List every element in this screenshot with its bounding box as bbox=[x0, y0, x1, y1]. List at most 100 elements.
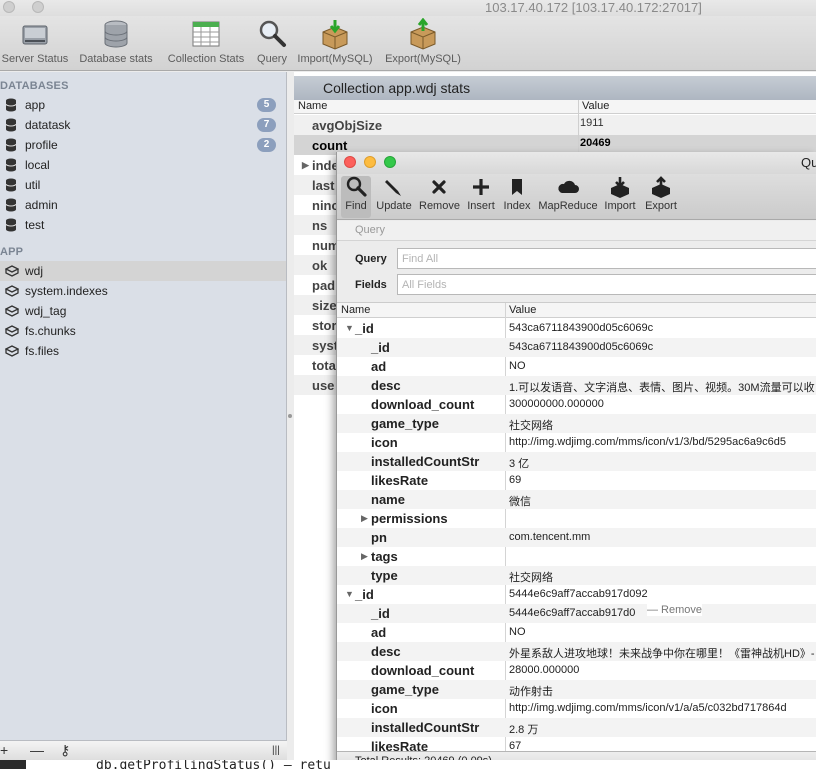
remove-tooltip[interactable]: — Remove bbox=[647, 604, 703, 616]
result-key: pn bbox=[371, 530, 387, 545]
box-import-icon bbox=[322, 20, 348, 50]
sidebar-db-profile[interactable]: profile 2 bbox=[0, 135, 286, 155]
result-row[interactable]: game_type 动作射击 bbox=[337, 680, 816, 699]
disclosure-triangle-icon[interactable]: ▶ bbox=[361, 551, 368, 562]
result-value: 微信 bbox=[509, 496, 531, 508]
result-row[interactable]: installedCountStr 3 亿 bbox=[337, 452, 816, 471]
mapreduce-label: MapReduce bbox=[538, 200, 598, 212]
result-key: installedCountStr bbox=[371, 454, 480, 469]
sidebar-collection-fs-chunks[interactable]: fs.chunks bbox=[0, 321, 286, 341]
sidebar-db-label: app bbox=[25, 98, 46, 112]
query-input[interactable] bbox=[397, 248, 816, 269]
database-stats-button[interactable]: Database stats bbox=[76, 18, 156, 68]
update-button[interactable]: Update bbox=[375, 176, 413, 218]
value-column-header[interactable]: Value bbox=[509, 304, 536, 316]
result-value: NO bbox=[509, 626, 526, 638]
remove-button[interactable]: Remove bbox=[419, 176, 460, 218]
console-gutter bbox=[0, 760, 26, 769]
query-button[interactable]: Query bbox=[254, 18, 290, 68]
result-row[interactable]: ad NO bbox=[337, 623, 816, 642]
title-bar: 103.17.40.172 [103.17.40.172:27017] bbox=[0, 0, 816, 16]
name-column-header[interactable]: Name bbox=[341, 304, 370, 316]
result-value: 社交网络 bbox=[509, 572, 553, 584]
query-minimize-button[interactable] bbox=[364, 156, 376, 168]
find-button[interactable]: Find bbox=[341, 176, 371, 218]
result-row[interactable]: icon http://img.wdjimg.com/mms/icon/v1/3/… bbox=[337, 433, 816, 452]
insert-button[interactable]: Insert bbox=[465, 176, 497, 218]
stats-key: ninc bbox=[312, 198, 339, 213]
result-row[interactable]: game_type 社交网络 bbox=[337, 414, 816, 433]
sidebar-db-test[interactable]: test bbox=[0, 215, 286, 235]
result-value: 28000.000000 bbox=[509, 664, 580, 676]
result-value: 社交网络 bbox=[509, 420, 553, 432]
sidebar-db-app[interactable]: app 5 bbox=[0, 95, 286, 115]
remove-button[interactable]: — bbox=[30, 742, 44, 758]
result-row[interactable]: type 社交网络 bbox=[337, 566, 816, 585]
stats-key: use bbox=[312, 378, 335, 393]
result-row[interactable]: ad NO bbox=[337, 357, 816, 376]
result-row[interactable]: icon http://img.wdjimg.com/mms/icon/v1/a/… bbox=[337, 699, 816, 718]
stats-row[interactable]: avgObjSize 1911 bbox=[294, 115, 816, 135]
mapreduce-button[interactable]: MapReduce bbox=[537, 176, 599, 218]
index-button[interactable]: Index bbox=[503, 176, 531, 218]
fields-input[interactable] bbox=[397, 274, 816, 295]
result-key: likesRate bbox=[371, 739, 429, 751]
result-row[interactable]: ▼ _id 5444e6c9aff7accab917d092 bbox=[337, 585, 816, 604]
close-button[interactable] bbox=[3, 1, 15, 13]
result-row[interactable]: installedCountStr 2.8 万 bbox=[337, 718, 816, 737]
stats-title: Collection app.wdj stats bbox=[294, 76, 816, 100]
server-status-button[interactable]: Server Status bbox=[0, 18, 70, 68]
name-column-header[interactable]: Name bbox=[298, 100, 327, 112]
result-value: 2.8 万 bbox=[509, 724, 539, 736]
result-row[interactable]: desc 外星系敌人进攻地球！未来战争中你在哪里！《雷神战机HD》- bbox=[337, 642, 816, 661]
minimize-button[interactable] bbox=[32, 1, 44, 13]
export-mysql-button[interactable]: Export(MySQL) bbox=[382, 18, 464, 68]
count-badge: 7 bbox=[257, 118, 276, 132]
sidebar-bottom-bar: + — ⚷ ||| bbox=[0, 740, 287, 760]
sidebar-db-datatask[interactable]: datatask 7 bbox=[0, 115, 286, 135]
result-row[interactable]: _id 5444e6c9aff7accab917d0 bbox=[337, 604, 816, 623]
database-stats-label: Database stats bbox=[79, 53, 153, 65]
sidebar-collection-wdj-tag[interactable]: wdj_tag bbox=[0, 301, 286, 321]
sidebar-collection-wdj[interactable]: wdj bbox=[0, 261, 286, 281]
sidebar-db-local[interactable]: local bbox=[0, 155, 286, 175]
result-row[interactable]: desc 1.可以发语音、文字消息、表情、图片、视频。30M流量可以收 bbox=[337, 376, 816, 395]
import-button[interactable]: Import bbox=[603, 176, 637, 218]
collection-stats-button[interactable]: Collection Stats bbox=[163, 18, 249, 68]
stats-column-divider[interactable] bbox=[578, 100, 579, 152]
sidebar-db-admin[interactable]: admin bbox=[0, 195, 286, 215]
query-window-title-bar: Qu bbox=[337, 152, 816, 174]
import-mysql-button[interactable]: Import(MySQL) bbox=[296, 18, 374, 68]
disclosure-triangle-icon[interactable]: ▶ bbox=[302, 160, 309, 171]
query-zoom-button[interactable] bbox=[384, 156, 396, 168]
key-icon[interactable]: ⚷ bbox=[60, 742, 70, 759]
split-view-handle[interactable] bbox=[288, 414, 292, 418]
result-row[interactable]: pn com.tencent.mm bbox=[337, 528, 816, 547]
disclosure-triangle-icon[interactable]: ▼ bbox=[345, 589, 354, 599]
sidebar-collection-system-indexes[interactable]: system.indexes bbox=[0, 281, 286, 301]
stats-key: tota bbox=[312, 358, 336, 373]
window-title: 103.17.40.172 [103.17.40.172:27017] bbox=[485, 0, 702, 15]
result-row[interactable]: ▼ _id 543ca6711843900d05c6069c bbox=[337, 319, 816, 338]
result-row[interactable]: name 微信 bbox=[337, 490, 816, 509]
sidebar-collection-fs-files[interactable]: fs.files bbox=[0, 341, 286, 361]
export-button[interactable]: Export bbox=[643, 176, 679, 218]
sidebar-db-util[interactable]: util bbox=[0, 175, 286, 195]
disclosure-triangle-icon[interactable]: ▶ bbox=[361, 513, 368, 524]
result-row[interactable]: download_count 300000000.000000 bbox=[337, 395, 816, 414]
result-row[interactable]: ▶ permissions bbox=[337, 509, 816, 528]
query-close-button[interactable] bbox=[344, 156, 356, 168]
result-row[interactable]: ▶ tags bbox=[337, 547, 816, 566]
value-column-header[interactable]: Value bbox=[582, 100, 609, 112]
disclosure-triangle-icon[interactable]: ▼ bbox=[345, 323, 354, 333]
result-row[interactable]: download_count 28000.000000 bbox=[337, 661, 816, 680]
result-row[interactable]: _id 543ca6711843900d05c6069c bbox=[337, 338, 816, 357]
result-value: http://img.wdjimg.com/mms/icon/v1/3/bd/5… bbox=[509, 436, 786, 448]
resize-grip-icon[interactable]: ||| bbox=[272, 745, 280, 756]
console-text: db.getProfilingStatus() – retu bbox=[96, 760, 331, 769]
result-key: ad bbox=[371, 359, 387, 374]
find-label: Find bbox=[345, 200, 367, 212]
result-row[interactable]: likesRate 69 bbox=[337, 471, 816, 490]
add-button[interactable]: + bbox=[0, 742, 8, 758]
result-row[interactable]: likesRate 67 bbox=[337, 737, 816, 751]
